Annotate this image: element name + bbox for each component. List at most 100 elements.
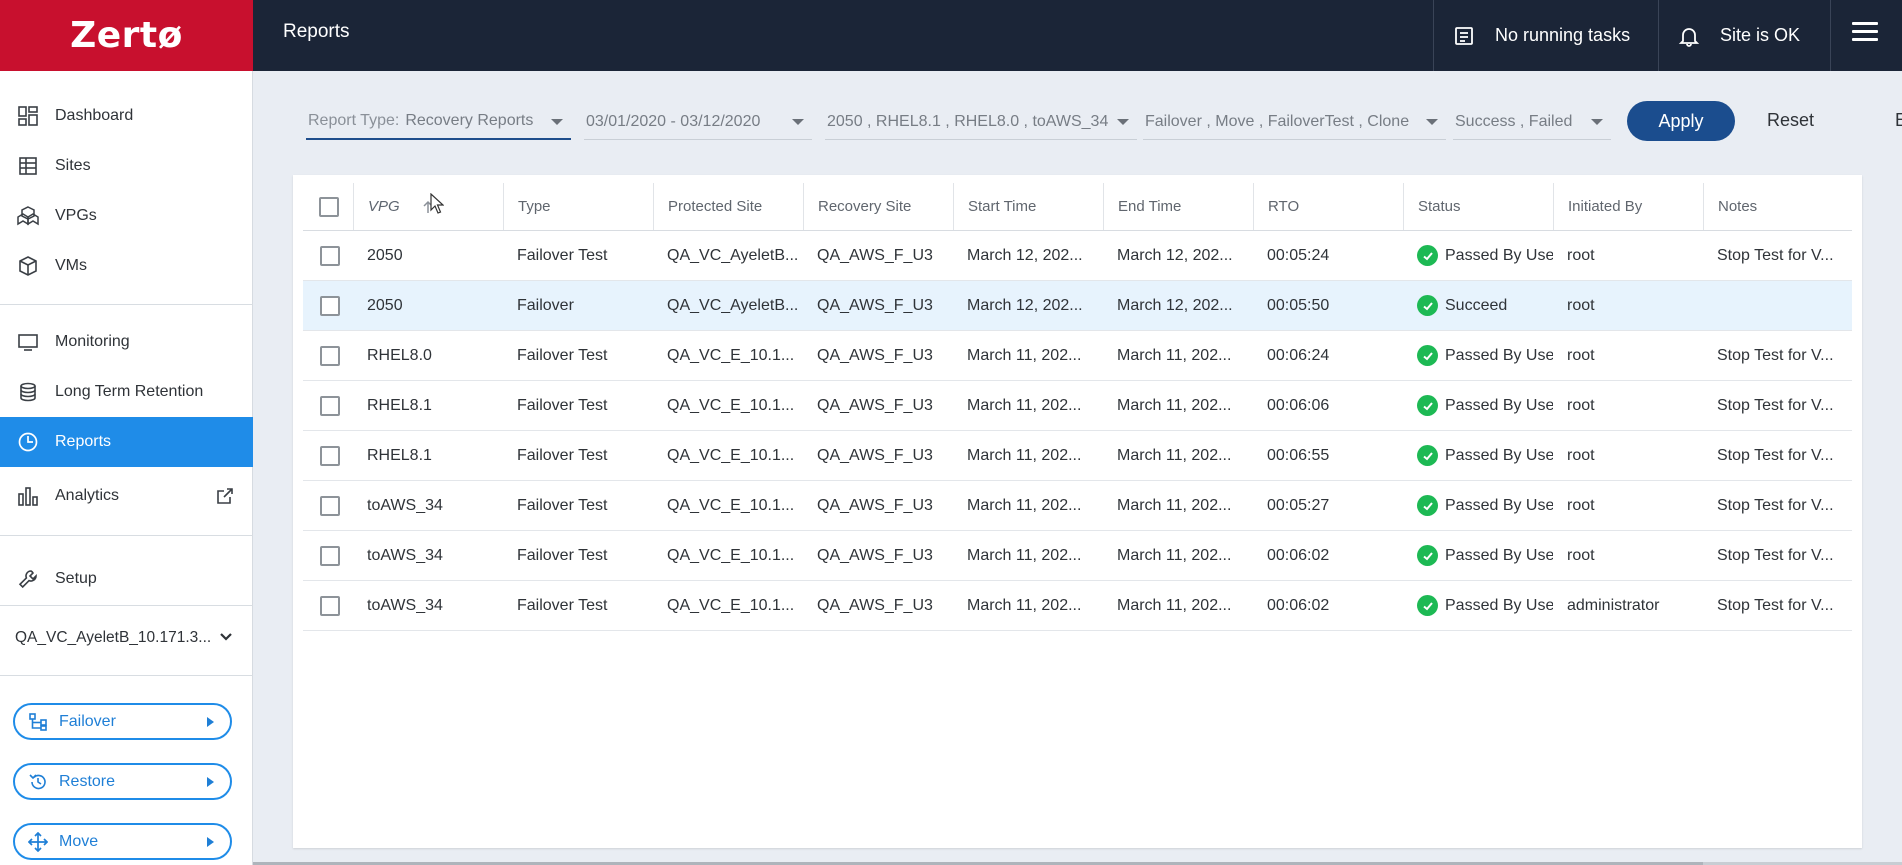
table-row[interactable]: RHEL8.0 Failover Test QA_VC_E_10.1... QA_AW… <box>303 331 1852 381</box>
cell-text: 00:06:02 <box>1267 596 1330 614</box>
sidebar-item-long-term-retention[interactable]: Long Term Retention <box>0 368 253 416</box>
column-header-label: VPG <box>368 198 400 215</box>
cell-start-time: March 12, 202... <box>953 281 1103 330</box>
row-checkbox[interactable] <box>320 345 340 366</box>
apply-button[interactable]: Apply <box>1627 101 1735 141</box>
table-row[interactable]: 2050 Failover Test QA_VC_AyeletB... QA_AWS_… <box>303 231 1852 281</box>
cell-text: Passed By Use <box>1445 546 1553 564</box>
cell-text: 00:05:24 <box>1267 246 1330 264</box>
failover-button[interactable]: Failover <box>13 703 232 740</box>
cell-type: Failover Test <box>503 431 653 480</box>
cell-text: March 11, 202... <box>967 446 1082 464</box>
site-selector[interactable]: QA_VC_AyeletB_10.171.3... <box>0 612 253 664</box>
table-row[interactable]: toAWS_34 Failover Test QA_VC_E_10.1... QA_A… <box>303 581 1852 631</box>
column-header-rto[interactable]: RTO <box>1253 183 1403 230</box>
cell-status: Succeed <box>1403 281 1553 330</box>
cell-protected-site: QA_VC_AyeletB... <box>653 231 803 280</box>
table-row[interactable]: toAWS_34 Failover Test QA_VC_E_10.1... QA_A… <box>303 531 1852 581</box>
column-header-end-time[interactable]: End Time <box>1103 183 1253 230</box>
operation-type-filter[interactable]: Failover , Move , FailoverTest , Clone <box>1143 104 1446 140</box>
row-checkbox[interactable] <box>320 595 340 616</box>
menu-icon[interactable] <box>1852 22 1878 44</box>
status-filter[interactable]: Success , Failed <box>1453 104 1611 140</box>
vpg-filter[interactable]: 2050 , RHEL8.1 , RHEL8.0 , toAWS_34 <box>825 104 1137 140</box>
report-type-filter[interactable]: Report Type: Recovery Reports <box>306 104 571 140</box>
cell-text: root <box>1567 546 1595 564</box>
cell-rto: 00:06:02 <box>1253 581 1403 630</box>
divider <box>1830 0 1831 71</box>
table-row[interactable]: 2050 Failover QA_VC_AyeletB... QA_AWS_F_U3 M… <box>303 281 1852 331</box>
row-checkbox[interactable] <box>320 245 340 266</box>
sidebar-item-setup[interactable]: Setup <box>0 555 253 603</box>
column-header-label: Protected Site <box>668 198 763 215</box>
cell-text: Passed By Use <box>1445 446 1553 464</box>
cell-text: root <box>1567 446 1595 464</box>
cell-text: QA_AWS_F_U3 <box>817 246 933 264</box>
failover-icon <box>27 711 49 733</box>
export-button[interactable]: E <box>1895 110 1902 131</box>
move-button[interactable]: Move <box>13 823 232 860</box>
cell-text: Failover <box>517 296 574 314</box>
select-all-checkbox[interactable] <box>319 196 339 217</box>
column-header-vpg[interactable]: VPG <box>353 183 503 230</box>
table-row[interactable]: RHEL8.1 Failover Test QA_VC_E_10.1... QA_AW… <box>303 431 1852 481</box>
check-circle-icon <box>1417 245 1438 266</box>
cell-text: QA_AWS_F_U3 <box>817 446 933 464</box>
cell-text: Failover Test <box>517 246 608 264</box>
cell-protected-site: QA_VC_E_10.1... <box>653 431 803 480</box>
cell-type: Failover Test <box>503 381 653 430</box>
check-circle-icon <box>1417 345 1438 366</box>
row-checkbox[interactable] <box>320 395 340 416</box>
reset-button[interactable]: Reset <box>1767 110 1814 131</box>
sidebar-item-label: Reports <box>55 433 112 450</box>
table-row[interactable]: toAWS_34 Failover Test QA_VC_E_10.1... QA_A… <box>303 481 1852 531</box>
cell-text: Passed By Use <box>1445 246 1553 264</box>
cell-type: Failover Test <box>503 531 653 580</box>
row-checkbox[interactable] <box>320 495 340 516</box>
column-header-notes[interactable]: Notes <box>1703 183 1852 230</box>
cell-text: Stop Test for V... <box>1717 246 1834 264</box>
cell-text: March 11, 202... <box>1117 346 1232 364</box>
cell-text: March 11, 202... <box>1117 396 1232 414</box>
sidebar-item-sites[interactable]: Sites <box>0 142 253 190</box>
column-header-label: RTO <box>1268 198 1300 215</box>
cell-text: Failover Test <box>517 396 608 414</box>
external-link-icon[interactable] <box>215 486 235 506</box>
date-range-filter[interactable]: 03/01/2020 - 03/12/2020 <box>584 104 812 140</box>
column-header-initiated-by[interactable]: Initiated By <box>1553 183 1703 230</box>
reports-icon <box>17 431 39 453</box>
logo[interactable]: Zertø <box>0 0 253 71</box>
column-header-label: Status <box>1418 198 1461 215</box>
row-checkbox[interactable] <box>320 545 340 566</box>
table-header: VPG Type Protected Site Recovery Site St… <box>303 183 1852 231</box>
site-status-button[interactable]: Site is OK <box>1678 0 1800 71</box>
sidebar-item-analytics[interactable]: Analytics <box>0 472 253 520</box>
column-header-type[interactable]: Type <box>503 183 653 230</box>
tasks-icon <box>1455 26 1473 45</box>
running-tasks-button[interactable]: No running tasks <box>1453 0 1630 71</box>
play-icon <box>207 837 214 847</box>
restore-button[interactable]: Restore <box>13 763 232 800</box>
sidebar-item-monitoring[interactable]: Monitoring <box>0 318 253 366</box>
report-table-panel: VPG Type Protected Site Recovery Site St… <box>293 175 1862 848</box>
column-header-label: Notes <box>1718 198 1758 215</box>
sidebar-item-dashboard[interactable]: Dashboard <box>0 92 253 140</box>
row-checkbox[interactable] <box>320 295 340 316</box>
column-header-protected-site[interactable]: Protected Site <box>653 183 803 230</box>
sidebar-item-vpgs[interactable]: VPGs <box>0 192 253 240</box>
cell-recovery-site: QA_AWS_F_U3 <box>803 531 953 580</box>
table-row[interactable]: RHEL8.1 Failover Test QA_VC_E_10.1... QA_AW… <box>303 381 1852 431</box>
cell-text: QA_VC_E_10.1... <box>667 446 795 464</box>
sidebar-item-reports[interactable]: Reports <box>0 417 253 467</box>
play-icon <box>207 717 214 727</box>
column-header-recovery-site[interactable]: Recovery Site <box>803 183 953 230</box>
wrench-icon <box>17 568 39 590</box>
cell-notes: Stop Test for V... <box>1703 331 1852 380</box>
column-header-status[interactable]: Status <box>1403 183 1553 230</box>
row-checkbox[interactable] <box>320 445 340 466</box>
caret-down-icon <box>792 119 804 125</box>
sidebar-item-vms[interactable]: VMs <box>0 242 253 290</box>
column-header-start-time[interactable]: Start Time <box>953 183 1103 230</box>
cell-rto: 00:06:24 <box>1253 331 1403 380</box>
cell-text: Failover Test <box>517 496 608 514</box>
